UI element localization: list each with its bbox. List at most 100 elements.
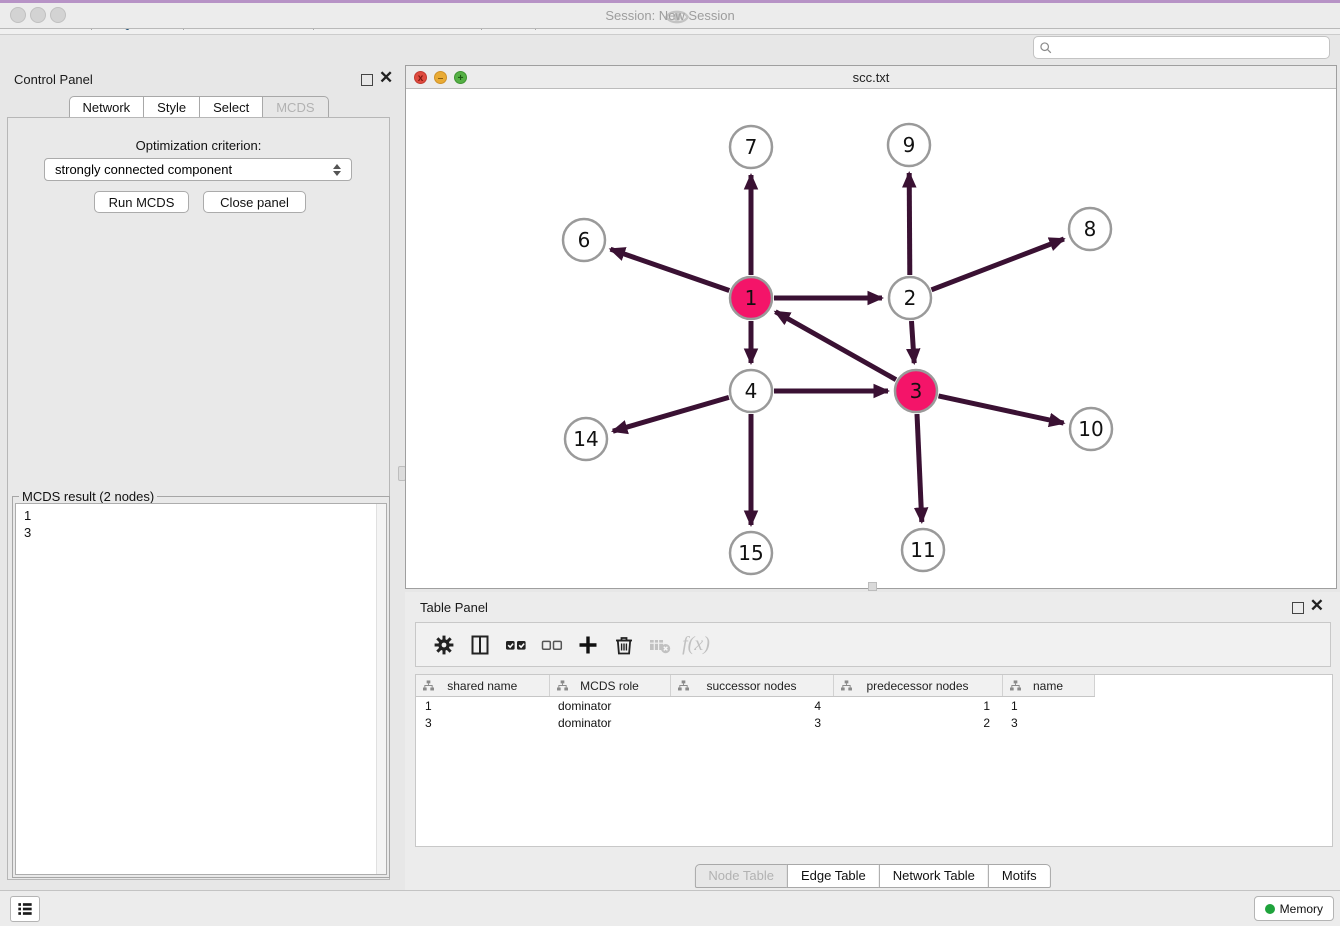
control-panel-title: Control Panel — [14, 72, 93, 87]
criterion-dropdown-value: strongly connected component — [55, 162, 232, 177]
uncheck-all-icon — [540, 633, 564, 657]
table-cell: 3 — [670, 714, 833, 731]
node-attribute-table[interactable]: shared nameMCDS role successor nodes prede… — [416, 675, 1095, 731]
column-label: successor nodes — [706, 679, 796, 693]
graph-node-1[interactable]: 1 — [730, 277, 772, 319]
graph-edge-2-3[interactable] — [912, 321, 915, 363]
graph-edge-3-1[interactable] — [775, 312, 896, 380]
graph-node-15[interactable]: 15 — [730, 532, 772, 574]
control-panel: Control Panel ✕ NetworkStyleSelectMCDS O… — [0, 64, 397, 890]
mcds-result-box: 13 — [15, 503, 387, 875]
dropdown-stepper-icon — [333, 164, 341, 176]
close-panel-icon[interactable]: ✕ — [379, 73, 393, 83]
mcds-result-title: MCDS result (2 nodes) — [19, 489, 157, 504]
show-all-button[interactable] — [660, 2, 694, 32]
graph-node-6[interactable]: 6 — [563, 219, 605, 261]
svg-text:7: 7 — [745, 135, 758, 159]
network-window-titlebar: x – + scc.txt — [406, 66, 1336, 89]
optimization-criterion-label: Optimization criterion: — [0, 138, 397, 153]
function-icon: f(x) — [682, 633, 710, 656]
search-input[interactable] — [1053, 38, 1329, 57]
eye-icon — [664, 4, 690, 30]
add-column-button[interactable] — [570, 628, 606, 662]
plus-icon — [576, 633, 600, 657]
memory-status-icon — [1265, 904, 1275, 914]
close-panel-button[interactable]: Close panel — [203, 191, 306, 213]
status-bar: Memory — [0, 890, 1340, 926]
tab-network-table[interactable]: Network Table — [879, 864, 989, 888]
graph-edge-4-14[interactable] — [613, 397, 729, 431]
table-settings-button[interactable] — [426, 628, 462, 662]
check-all-icon — [504, 633, 528, 657]
graph-edge-1-6[interactable] — [611, 249, 730, 290]
column-header-name[interactable]: name — [1002, 675, 1094, 697]
run-mcds-button[interactable]: Run MCDS — [94, 191, 189, 213]
graph-node-9[interactable]: 9 — [888, 124, 930, 166]
table-cell: 3 — [1002, 714, 1094, 731]
tab-edge-table[interactable]: Edge Table — [787, 864, 880, 888]
graph-edge-2-8[interactable] — [932, 239, 1064, 290]
float-table-panel-icon[interactable] — [1292, 601, 1304, 619]
svg-text:9: 9 — [903, 133, 916, 157]
deselect-all-button[interactable] — [534, 628, 570, 662]
graph-node-3[interactable]: 3 — [895, 370, 937, 412]
delete-column-button[interactable] — [606, 628, 642, 662]
graph-node-8[interactable]: 8 — [1069, 208, 1111, 250]
column-label: predecessor nodes — [866, 679, 968, 693]
task-history-button[interactable] — [10, 896, 40, 922]
network-resize-handle[interactable] — [868, 582, 877, 591]
table-cell: 1 — [416, 697, 549, 715]
tab-motifs[interactable]: Motifs — [988, 864, 1051, 888]
select-all-button[interactable] — [498, 628, 534, 662]
table-panel-title: Table Panel — [420, 600, 488, 615]
table-cell: 1 — [1002, 697, 1094, 715]
delete-table-button[interactable] — [642, 628, 678, 662]
float-panel-icon[interactable] — [361, 73, 373, 91]
network-window-title: scc.txt — [406, 70, 1336, 85]
result-line: 3 — [24, 524, 376, 541]
graph-node-10[interactable]: 10 — [1070, 408, 1112, 450]
table-cell: 1 — [833, 697, 1002, 715]
show-columns-button[interactable] — [462, 628, 498, 662]
column-header-shared-name[interactable]: shared name — [416, 675, 549, 697]
graph-edge-3-10[interactable] — [939, 396, 1064, 423]
table-row[interactable]: 1dominator411 — [416, 697, 1094, 715]
table-row[interactable]: 3dominator323 — [416, 714, 1094, 731]
svg-text:8: 8 — [1084, 217, 1097, 241]
network-graph-canvas[interactable]: 1 2 3 4 6 7 8 9 10 11 14 15 — [406, 89, 1336, 588]
criterion-dropdown[interactable]: strongly connected component — [44, 158, 352, 181]
svg-text:2: 2 — [904, 286, 917, 310]
table-cell: dominator — [549, 697, 670, 715]
graph-node-2[interactable]: 2 — [889, 277, 931, 319]
tab-node-table[interactable]: Node Table — [694, 864, 788, 888]
svg-text:14: 14 — [573, 427, 598, 451]
task-list-icon — [15, 899, 35, 919]
graph-node-14[interactable]: 14 — [565, 418, 607, 460]
columns-icon — [468, 633, 492, 657]
column-header-successor-nodes[interactable]: successor nodes — [670, 675, 833, 697]
table-cell: 2 — [833, 714, 1002, 731]
graph-edge-3-11[interactable] — [917, 414, 922, 522]
memory-label: Memory — [1280, 902, 1323, 916]
table-cell: 4 — [670, 697, 833, 715]
memory-button[interactable]: Memory — [1254, 896, 1334, 921]
column-header-MCDS-role[interactable]: MCDS role — [549, 675, 670, 697]
result-scrollbar[interactable] — [376, 504, 386, 874]
svg-text:4: 4 — [745, 379, 758, 403]
vertical-splitter[interactable] — [397, 64, 405, 890]
graph-node-7[interactable]: 7 — [730, 126, 772, 168]
search-box[interactable] — [1033, 36, 1330, 59]
column-label: name — [1033, 679, 1063, 693]
table-panel-tabs: Node TableEdge TableNetwork TableMotifs — [694, 864, 1050, 888]
svg-text:11: 11 — [910, 538, 935, 562]
graph-edge-2-9[interactable] — [909, 173, 910, 275]
function-builder-button[interactable]: f(x) — [678, 628, 714, 662]
graph-node-4[interactable]: 4 — [730, 370, 772, 412]
graph-node-11[interactable]: 11 — [902, 529, 944, 571]
table-panel: Table Panel ✕ f(x) shared nameMCDS roles… — [405, 592, 1340, 890]
svg-text:15: 15 — [738, 541, 763, 565]
delete-table-icon — [648, 633, 672, 657]
result-line: 1 — [24, 507, 376, 524]
column-header-predecessor-nodes[interactable]: predecessor nodes — [833, 675, 1002, 697]
close-table-panel-icon[interactable]: ✕ — [1310, 601, 1324, 611]
